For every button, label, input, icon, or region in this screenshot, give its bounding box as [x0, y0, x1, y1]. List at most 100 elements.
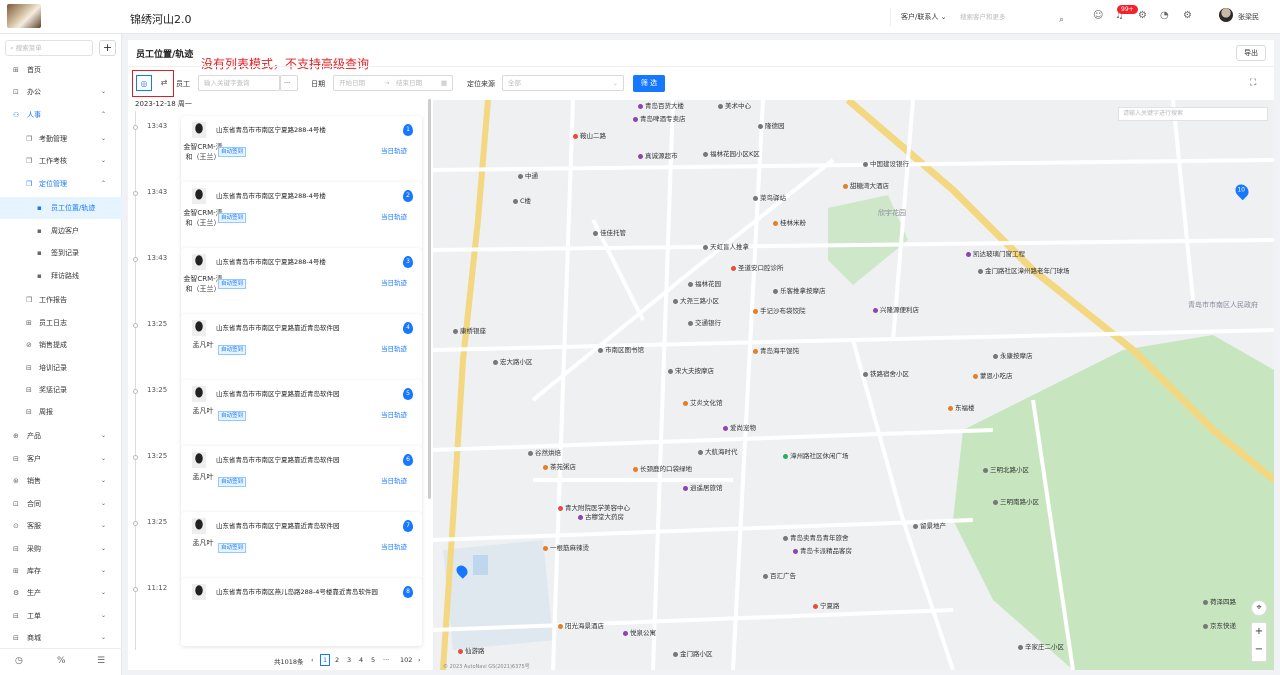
filter-button[interactable]: 筛 选: [633, 75, 665, 92]
sidebar-item-assessment[interactable]: ❐ 工作考核 ⌄: [0, 150, 122, 172]
sidebar-item-home[interactable]: ⊞ 首页: [0, 59, 122, 81]
search-type-select[interactable]: 客户/联系人 ⌄: [890, 8, 952, 26]
map-label[interactable]: 一根筋麻辣烫: [543, 542, 589, 552]
map-label[interactable]: 交通银行: [688, 317, 721, 327]
map-label[interactable]: 茶苑粥店: [543, 461, 576, 471]
sidebar-item-visit-route[interactable]: ▪ 拜访路线: [0, 265, 122, 287]
map-label[interactable]: 荷泽四路: [1203, 596, 1236, 606]
sidebar-item-contract[interactable]: ⊡ 合同 ⌄: [0, 493, 122, 515]
sidebar-item-training[interactable]: ⊟ 培训记录: [0, 357, 122, 379]
percent-icon[interactable]: %: [57, 656, 66, 666]
track-mode-button[interactable]: ⇄: [156, 75, 172, 91]
sidebar-item-production[interactable]: ⚙ 生产 ⌄: [0, 582, 122, 604]
prev-page-button[interactable]: ‹: [311, 656, 314, 664]
map-label[interactable]: 阳光海景酒店: [558, 620, 604, 630]
track-record-card[interactable]: 金智CRM-清和（王兰） 山东省青岛市市南区宁夏路288-4号楼 自动签到 当日轨迹 1: [181, 116, 422, 184]
map-label[interactable]: 手记沙布袋饺院: [753, 305, 806, 315]
map-label[interactable]: 三明北路小区: [983, 464, 1029, 474]
daily-track-link[interactable]: 当日轨迹: [381, 475, 407, 485]
employee-more-button[interactable]: ···: [280, 75, 298, 91]
sidebar-item-hr[interactable]: ⚇ 人事 ⌃: [0, 104, 122, 126]
sidebar-item-office[interactable]: ⊡ 办公 ⌄: [0, 81, 122, 103]
map-label[interactable]: 青岛卡派精品客房: [793, 545, 852, 555]
map-label[interactable]: 艾炎文化馆: [683, 397, 723, 407]
pagination-ellipsis[interactable]: ···: [383, 656, 389, 664]
map-label[interactable]: 大航海时代: [698, 446, 738, 456]
map-label[interactable]: 金门路小区: [673, 648, 713, 658]
next-page-button[interactable]: ›: [418, 656, 421, 664]
sidebar-item-checkin-records[interactable]: ▪ 签到记录: [0, 242, 122, 264]
track-record-card[interactable]: 孟凡叶 山东省青岛市市南区宁夏路靠近青岛软件园 自动签到 当日轨迹 4: [181, 314, 422, 382]
map-label[interactable]: 金门路社区漳州路老年门球场: [978, 265, 1070, 275]
map-label[interactable]: 留景地产: [913, 520, 946, 530]
user-avatar[interactable]: [1219, 8, 1233, 22]
map-view[interactable]: 请输入关键字进行搜索 青岛百货大楼 美术中心 隆德园 青岛啤酒专卖店 真诚源超市 福林花园…: [433, 100, 1274, 670]
sidebar-item-employee-track[interactable]: ▪ 员工位置/轨迹: [0, 197, 122, 219]
map-label[interactable]: 漳州路社区休闲广场: [783, 450, 849, 460]
page-last-button[interactable]: 102: [400, 656, 412, 664]
track-record-card[interactable]: 金智CRM-清和（王兰） 山东省青岛市市南区宁夏路288-4号楼 自动签到 当日轨迹 2: [181, 182, 422, 250]
map-label[interactable]: 青岛海平馄饨: [753, 345, 799, 355]
zoom-out-button[interactable]: −: [1252, 641, 1266, 659]
zoom-control[interactable]: + −: [1251, 622, 1267, 662]
source-select[interactable]: 全部 ⌄: [502, 75, 624, 91]
daily-track-link[interactable]: 当日轨迹: [381, 145, 407, 155]
daily-track-link[interactable]: 当日轨迹: [381, 277, 407, 287]
search-icon[interactable]: ⌕: [1059, 11, 1064, 29]
map-label[interactable]: 东福楼: [948, 402, 975, 412]
map-mode-button[interactable]: ◎: [136, 75, 152, 91]
map-label[interactable]: 欣宇花园: [878, 208, 906, 218]
map-label[interactable]: 永康按摩店: [993, 350, 1033, 360]
map-label[interactable]: 真诚源超市: [638, 150, 678, 160]
map-label[interactable]: 爱尚宠物: [723, 422, 756, 432]
sidebar-item-customer[interactable]: ⊟ 客户 ⌄: [0, 448, 122, 470]
daily-track-link[interactable]: 当日轨迹: [381, 343, 407, 353]
map-label[interactable]: 中国建设银行: [863, 158, 909, 168]
track-record-card[interactable]: 山东省青岛市市南区燕儿岛路288-4号楼靠近青岛软件园 8: [181, 578, 422, 646]
sidebar-item-nearby-customers[interactable]: ▪ 周边客户: [0, 220, 122, 242]
map-label[interactable]: 美术中心: [718, 100, 751, 110]
sidebar-item-weekly[interactable]: ⊟ 周报: [0, 401, 122, 423]
map-label[interactable]: 佳佳托管: [593, 227, 626, 237]
employee-input[interactable]: 输入关键字查询: [198, 75, 280, 91]
map-label[interactable]: 鞍山二路: [573, 130, 606, 140]
sidebar-item-workorder[interactable]: ⊟ 工单 ⌄: [0, 605, 122, 627]
map-search-input[interactable]: 请输入关键字进行搜索: [1118, 107, 1268, 121]
sidebar-item-employee-log[interactable]: ⊞ 员工日志: [0, 312, 122, 334]
daily-track-link[interactable]: 当日轨迹: [381, 409, 407, 419]
page-2-button[interactable]: 2: [335, 656, 339, 664]
sidebar-item-sales[interactable]: ⊛ 销售 ⌄: [0, 470, 122, 492]
map-label[interactable]: 蒙恩小吃店: [973, 370, 1013, 380]
track-record-card[interactable]: 金智CRM-清和（王兰） 山东省青岛市市南区宁夏路288-4号楼 自动签到 当日轨迹 3: [181, 248, 422, 316]
map-label[interactable]: 辛家庄二小区: [1018, 641, 1064, 651]
sidebar-item-inventory[interactable]: ⊞ 库存 ⌄: [0, 560, 122, 582]
locate-icon[interactable]: ⌖: [1251, 600, 1267, 616]
map-label[interactable]: 逍遥居旅馆: [683, 482, 723, 492]
sidebar-item-commission[interactable]: ⊘ 销售提成: [0, 334, 122, 356]
daily-track-link[interactable]: 当日轨迹: [381, 541, 407, 551]
page-3-button[interactable]: 3: [347, 656, 351, 664]
map-label[interactable]: 桂林米粉: [773, 217, 806, 227]
map-label[interactable]: 青岛百货大楼: [638, 100, 684, 110]
menu-search-input[interactable]: ⌕ 搜索菜单: [5, 40, 93, 56]
page-1-button[interactable]: 1: [320, 654, 331, 666]
map-label[interactable]: 凯达玻璃门窗工程: [966, 248, 1025, 258]
map-label[interactable]: 康桥银座: [453, 325, 486, 335]
sidebar-item-product[interactable]: ⊕ 产品 ⌄: [0, 425, 122, 447]
page-4-button[interactable]: 4: [359, 656, 363, 664]
map-label[interactable]: 青岛啤酒专卖店: [633, 113, 686, 123]
map-label[interactable]: 宁夏路: [813, 600, 840, 610]
contacts-icon[interactable]: ☺: [1093, 10, 1103, 21]
map-label[interactable]: 三明南路小区: [993, 496, 1039, 506]
daily-track-link[interactable]: 当日轨迹: [381, 211, 407, 221]
track-record-card[interactable]: 孟凡叶 山东省青岛市市南区宁夏路靠近青岛软件园 自动签到 当日轨迹 7: [181, 512, 422, 580]
sidebar-item-service[interactable]: ⊙ 客服 ⌄: [0, 515, 122, 537]
map-label[interactable]: 百汇广告: [763, 570, 796, 580]
map-label[interactable]: 仙游路: [458, 645, 485, 655]
map-label[interactable]: C楼: [513, 195, 531, 205]
map-label[interactable]: 中通: [518, 170, 538, 180]
collapse-icon[interactable]: ☰: [97, 656, 105, 666]
map-label[interactable]: 青岛市市南区人民政府: [1188, 300, 1258, 310]
chart-icon[interactable]: ◔: [1160, 10, 1169, 21]
gear-icon[interactable]: ⚙: [1138, 10, 1147, 21]
